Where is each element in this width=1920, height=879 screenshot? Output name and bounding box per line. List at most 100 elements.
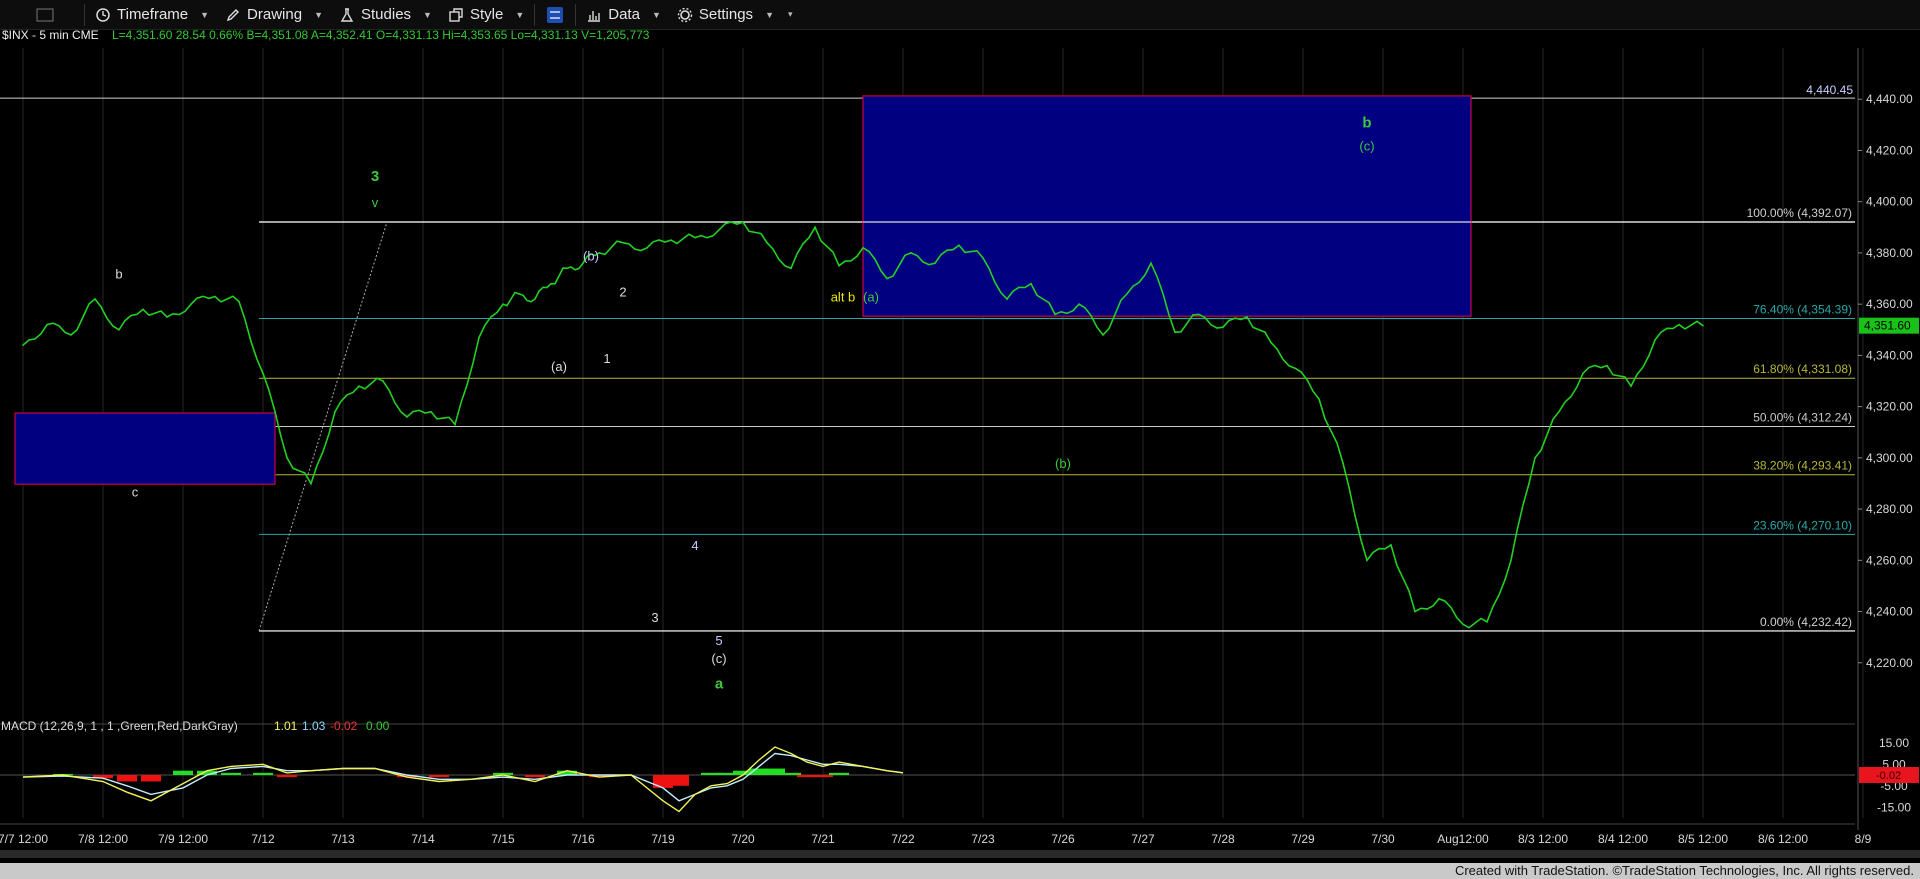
price-point (166, 316, 168, 318)
macd-histogram-bar (813, 775, 833, 778)
macd-histogram-bar (277, 775, 297, 778)
price-tick-label: 4,300.00 (1866, 451, 1913, 465)
support-zone-box (14, 412, 276, 485)
time-tick-label: 7/8 12:00 (78, 832, 128, 846)
wave-label: b (1362, 114, 1371, 131)
chevron-down-icon: ▼ (200, 9, 210, 20)
price-point (1294, 367, 1296, 369)
price-tick-label: 4,380.00 (1866, 246, 1913, 260)
price-point (910, 252, 912, 254)
data-label: Data (608, 6, 640, 23)
macd-histogram-bar (829, 772, 849, 775)
macd-histogram-bar (429, 775, 449, 778)
window-icon[interactable] (0, 0, 62, 30)
chevron-down-icon: ▼ (515, 9, 525, 20)
settings-label: Settings (698, 6, 754, 23)
wave-label: b (115, 267, 122, 282)
price-point (1150, 262, 1152, 264)
bar-chart-icon (588, 10, 601, 22)
data-menu[interactable]: Data ▼ (578, 0, 669, 30)
price-point (1246, 316, 1248, 318)
price-point (1582, 372, 1584, 375)
price-point (958, 244, 960, 247)
price-point (766, 241, 768, 244)
wave-label: (c) (711, 651, 726, 666)
price-point (1270, 341, 1272, 344)
layout-button[interactable] (537, 0, 573, 30)
style-label: Style (469, 6, 504, 23)
drawing-label: Drawing (247, 6, 303, 23)
price-point (22, 344, 24, 346)
wave-label: alt b (831, 290, 856, 305)
wave-label: (b) (583, 249, 599, 264)
price-point (862, 247, 864, 249)
price-point (118, 328, 120, 331)
price-point (1534, 457, 1536, 459)
price-point (1342, 462, 1344, 464)
price-point (694, 236, 696, 239)
price-point (358, 385, 360, 387)
price-point (646, 247, 648, 249)
macd-label: MACD (12,26,9, 1 , 1 ,Green,Red,DarkGray… (1, 719, 238, 733)
wave-label: (b) (1055, 456, 1071, 471)
chevron-down-icon: ▼ (765, 9, 774, 20)
time-tick-label: 7/23 (971, 832, 995, 846)
wave-label: 3 (371, 168, 379, 185)
drawing-menu[interactable]: Drawing ▼ (217, 0, 331, 30)
price-point (1006, 298, 1008, 300)
price-point (1414, 610, 1416, 613)
chevron-down-icon: ▼ (651, 9, 661, 20)
wave-label: (c) (1359, 138, 1374, 153)
style-icon (449, 7, 463, 22)
time-tick-label: 8/9 (1855, 832, 1872, 846)
price-point (1102, 334, 1104, 336)
price-point (1318, 398, 1320, 400)
histogram-value: -0.02 (330, 719, 358, 733)
price-point (70, 334, 72, 336)
wave-label: 4 (691, 538, 698, 553)
style-menu[interactable]: Style ▼ (440, 0, 532, 30)
price-point (1126, 293, 1128, 295)
time-tick-label: 7/7 12:00 (0, 832, 48, 846)
studies-menu[interactable]: Studies ▼ (331, 0, 440, 30)
price-point (478, 336, 480, 339)
toolbar-separator (534, 3, 536, 26)
signal-value: 1.03 (302, 719, 326, 733)
fib-label: 100.00% (4,392.07) (1747, 206, 1852, 220)
price-point (262, 372, 264, 375)
chevron-down-icon: ▼ (314, 9, 323, 20)
price-point (1630, 385, 1632, 387)
window-icon-glyph (36, 8, 54, 21)
price-point (1366, 559, 1368, 562)
price-point (214, 295, 216, 298)
macd-histogram-bar (781, 772, 801, 775)
price-point (982, 257, 984, 259)
last-price-label: 4,351.60 (1864, 319, 1911, 333)
macd-histogram-bar (525, 775, 545, 778)
time-tick-label: 7/28 (1211, 832, 1235, 846)
target-zone-box (862, 95, 1472, 317)
settings-menu[interactable]: Settings ▼ ▾ (669, 0, 801, 30)
price-point (1486, 620, 1488, 623)
price-point (718, 229, 720, 231)
price-point (1198, 313, 1200, 316)
resistance-label: 4,440.45 (1806, 83, 1853, 97)
price-point (1510, 559, 1512, 562)
price-point (550, 282, 552, 285)
chart-area[interactable]: 4,440.45 100.00% (4,392.07) 76.40% (4,354.… (0, 30, 1920, 863)
toolbar-separator (575, 3, 577, 26)
footer-credit: Created with TradeStation. ©TradeStation… (0, 863, 1920, 879)
flask-icon (340, 7, 354, 22)
time-tick-label: 7/21 (811, 832, 835, 846)
price-tick-label: 4,320.00 (1866, 400, 1913, 414)
price-point (1078, 303, 1080, 305)
price-point (622, 241, 624, 244)
price-point (454, 423, 456, 426)
toolbar-separator (84, 3, 85, 26)
chevron-down-icon: ▾ (787, 9, 793, 19)
macd-histogram-bar (117, 775, 137, 782)
quote-line: L=4,351.60 28.54 0.66% B=4,351.08 A=4,35… (112, 30, 650, 42)
studies-label: Studies (361, 6, 412, 23)
timeframe-menu[interactable]: Timeframe ▼ (87, 0, 217, 30)
fib-label: 50.00% (4,312.24) (1753, 410, 1852, 424)
